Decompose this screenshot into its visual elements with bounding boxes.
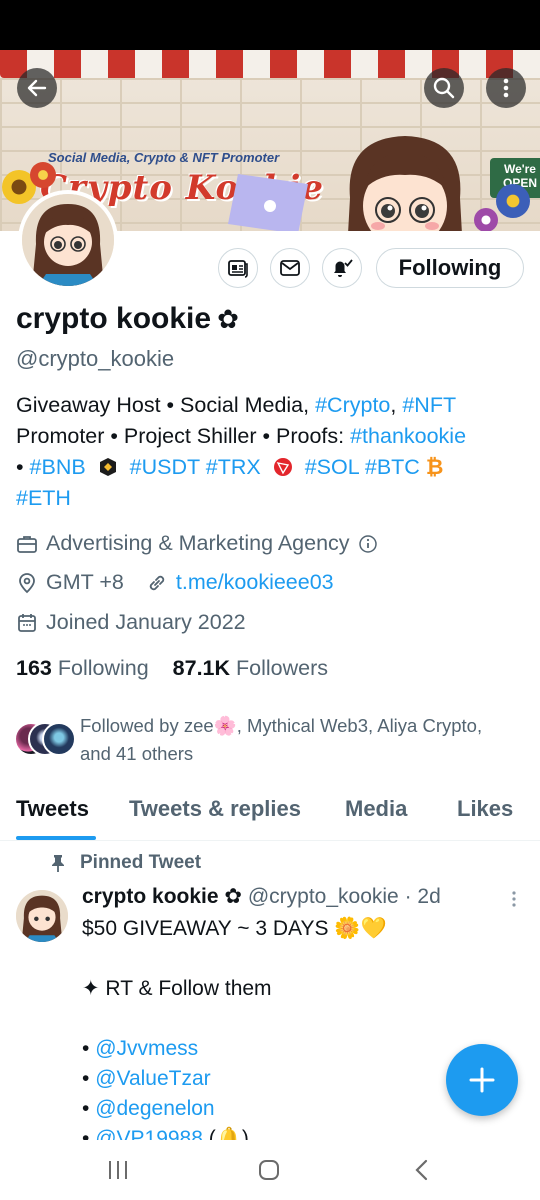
link-icon [149, 575, 165, 590]
profile-joined-date: Joined January 2022 [46, 610, 246, 634]
tweet-header: crypto kookie ✿ @crypto_kookie · 2d [82, 884, 441, 909]
followed-by-text: Followed by zee🌸, Mythical Web3, Aliya C… [80, 715, 483, 764]
home-icon[interactable] [257, 1158, 281, 1182]
joined-row: Joined January 2022 [16, 610, 246, 635]
back-arrow-icon [27, 79, 47, 97]
following-button[interactable]: Following [376, 248, 524, 288]
tweet-line: ✦ RT & Follow them [82, 977, 272, 1000]
flower-badge-icon: ✿ [217, 304, 239, 334]
banner-tagline: Social Media, Crypto & NFT Promoter [48, 150, 280, 165]
profile-name-row: crypto kookie ✿ [16, 302, 239, 336]
hashtag-link[interactable]: #thankookie [350, 424, 466, 448]
briefcase-icon [17, 535, 37, 553]
bio-text: Promoter • Project Shiller • Proofs: [16, 424, 351, 448]
active-tab-indicator [16, 836, 96, 840]
tweet-author-avatar[interactable] [16, 890, 68, 942]
plus-icon [469, 1067, 495, 1093]
follow-counts: 163 Following 87.1K Followers [16, 656, 328, 681]
recent-apps-icon[interactable] [106, 1158, 130, 1182]
newsletter-icon [228, 260, 248, 278]
avatar-illustration [16, 890, 68, 942]
profile-location: GMT +8 [46, 570, 124, 594]
message-button[interactable] [270, 248, 310, 288]
profile-tabs: Tweets Tweets & replies Media Likes [0, 790, 540, 841]
back-icon[interactable] [410, 1158, 434, 1182]
trx-token-icon [273, 458, 292, 476]
hashtag-link[interactable]: #USDT [130, 455, 200, 479]
more-vertical-icon[interactable] [508, 890, 520, 910]
flower-decoration [474, 208, 498, 231]
tab-tweets-replies[interactable]: Tweets & replies [129, 796, 301, 822]
hashtag-link[interactable]: #ETH [16, 486, 71, 510]
profile-name: crypto kookie [16, 302, 212, 335]
notifications-button[interactable] [322, 248, 362, 288]
character-illustration [348, 136, 462, 231]
system-navigation-bar [0, 1140, 540, 1200]
tweet-time: · 2d [404, 885, 441, 908]
pinned-tweet-label: Pinned Tweet [50, 852, 201, 874]
subscribe-newsletter-button[interactable] [218, 248, 258, 288]
profile-website-link[interactable]: t.me/kookieee03 [176, 570, 334, 595]
envelope-icon [280, 260, 300, 276]
flower-badge-icon: ✿ [224, 885, 242, 908]
pin-icon [52, 855, 64, 872]
hashtag-link[interactable]: #BTC [365, 455, 420, 479]
following-count: 163 [16, 656, 52, 680]
back-button[interactable] [17, 68, 57, 108]
bio-text: • [16, 455, 30, 479]
tweet-author-name[interactable]: crypto kookie [82, 885, 219, 908]
profile-category: Advertising & Marketing Agency [46, 531, 350, 555]
tab-tweets[interactable]: Tweets [16, 796, 89, 822]
compose-tweet-button[interactable] [446, 1044, 518, 1116]
calendar-icon [18, 613, 36, 632]
hashtag-link[interactable]: #BNB [30, 455, 86, 479]
hashtag-link[interactable]: #SOL [305, 455, 359, 479]
avatar-illustration [22, 194, 114, 286]
info-icon[interactable] [358, 534, 378, 554]
flower-decoration [496, 184, 530, 218]
search-button[interactable] [424, 68, 464, 108]
mention-link[interactable]: @ValueTzar [95, 1067, 210, 1090]
bio-text: , [390, 393, 403, 417]
status-bar [0, 0, 540, 50]
mention-link[interactable]: @degenelon [95, 1097, 214, 1120]
hashtag-link[interactable]: #NFT [402, 393, 456, 417]
followers-count-label: Followers [236, 656, 329, 680]
tab-media[interactable]: Media [345, 796, 407, 822]
follower-avatar [42, 722, 76, 756]
laptop-illustration [228, 174, 308, 231]
bnb-token-icon [99, 458, 116, 476]
location-pin-icon [19, 572, 35, 593]
flower-decoration [30, 162, 56, 188]
tab-likes[interactable]: Likes [457, 796, 513, 822]
tweet-author-handle[interactable]: @crypto_kookie [248, 885, 399, 908]
bell-check-icon [334, 259, 353, 277]
followers-count-link[interactable]: 87.1K Followers [173, 656, 328, 680]
profile-bio: Giveaway Host • Social Media, #Crypto, #… [16, 390, 528, 514]
profile-handle: @crypto_kookie [16, 346, 175, 371]
hashtag-link[interactable]: #TRX [206, 455, 261, 479]
more-vertical-icon [503, 78, 509, 98]
following-count-label: Following [57, 656, 149, 680]
followers-count: 87.1K [172, 656, 231, 680]
btc-token-icon: ₿ [425, 455, 444, 479]
more-options-button[interactable] [486, 68, 526, 108]
category-row: Advertising & Marketing Agency [16, 531, 378, 556]
pinned-label-text: Pinned Tweet [80, 852, 202, 873]
profile-avatar[interactable] [18, 190, 118, 290]
mention-link[interactable]: @Jvvmess [95, 1037, 198, 1060]
following-count-link[interactable]: 163 Following [16, 656, 149, 680]
tweet-text: $50 GIVEAWAY ~ 3 DAYS 🌼💛 ✦ RT & Follow t… [82, 914, 502, 1154]
search-icon [433, 77, 455, 99]
location-website-row: GMT +8 t.me/kookieee03 [16, 570, 334, 595]
bio-text: Giveaway Host • Social Media, [16, 393, 316, 417]
hashtag-link[interactable]: #Crypto [315, 393, 390, 417]
tweet-line: $50 GIVEAWAY ~ 3 DAYS 🌼💛 [82, 917, 387, 940]
